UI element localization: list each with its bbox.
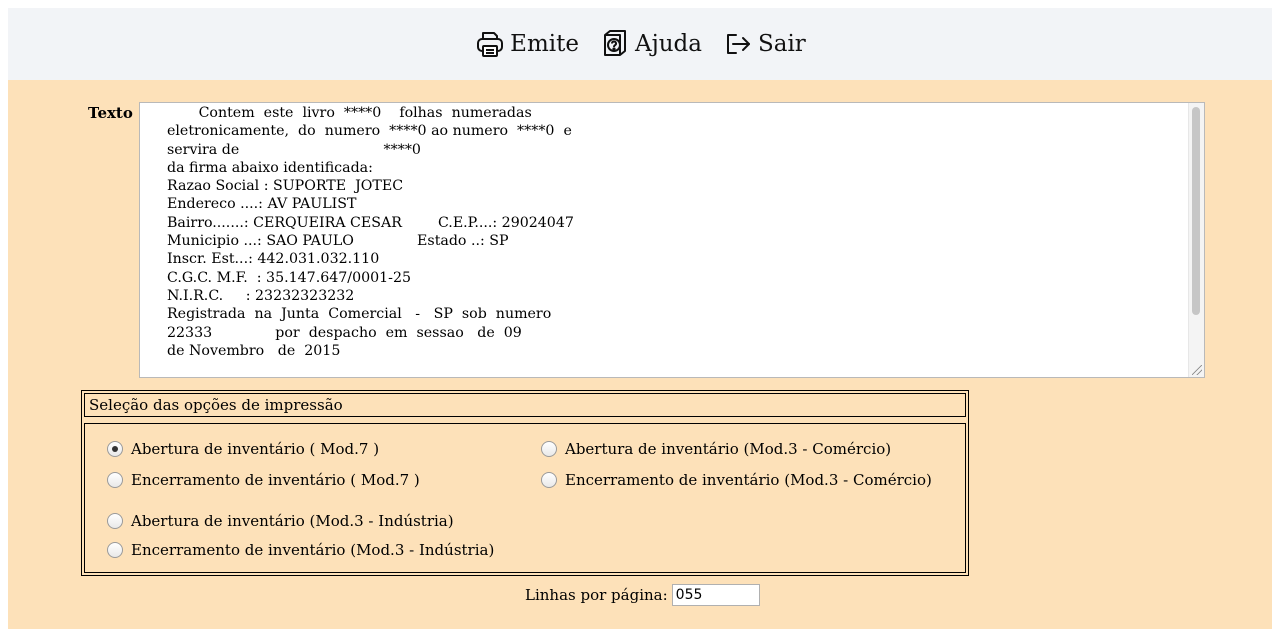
ajuda-button[interactable]: Ajuda [599, 28, 702, 60]
emite-button[interactable]: Emite [474, 28, 579, 60]
option-label: Encerramento de inventário (Mod.3 - Indú… [131, 541, 495, 559]
exit-icon [726, 34, 750, 54]
print-options-box: Abertura de inventário ( Mod.7 ) Abertur… [84, 423, 966, 573]
option-encerramento-mod3-comercio[interactable]: Encerramento de inventário (Mod.3 - Comé… [541, 471, 932, 489]
print-options-title: Seleção das opções de impressão [84, 393, 966, 417]
sair-label: Sair [757, 31, 806, 57]
emite-label: Emite [510, 31, 579, 57]
option-abertura-mod3-industria[interactable]: Abertura de inventário (Mod.3 - Indústri… [107, 512, 454, 530]
option-encerramento-mod7[interactable]: Encerramento de inventário ( Mod.7 ) [107, 471, 420, 489]
option-abertura-mod7[interactable]: Abertura de inventário ( Mod.7 ) [107, 440, 379, 458]
option-label: Abertura de inventário (Mod.3 - Indústri… [131, 512, 454, 530]
texto-label: Texto [88, 104, 133, 122]
ajuda-label: Ajuda [634, 31, 702, 57]
linhas-por-pagina: Linhas por página: [525, 584, 760, 606]
resize-grip-icon[interactable] [1192, 365, 1202, 375]
textarea-scrollbar[interactable] [1188, 103, 1204, 377]
radio-abertura-mod3-industria[interactable] [107, 513, 123, 529]
linhas-input[interactable] [671, 584, 760, 606]
option-abertura-mod3-comercio[interactable]: Abertura de inventário (Mod.3 - Comércio… [541, 440, 891, 458]
radio-encerramento-mod3-comercio[interactable] [541, 472, 557, 488]
option-label: Encerramento de inventário ( Mod.7 ) [131, 471, 420, 489]
option-encerramento-mod3-industria[interactable]: Encerramento de inventário (Mod.3 - Indú… [107, 541, 494, 559]
option-label: Encerramento de inventário (Mod.3 - Comé… [565, 471, 932, 489]
sair-button[interactable]: Sair [722, 28, 806, 60]
linhas-label: Linhas por página: [525, 586, 668, 604]
help-icon [603, 30, 626, 56]
texto-textarea[interactable]: Contem este livro ****0 folhas numeradas… [139, 102, 1205, 378]
printer-icon [477, 32, 504, 57]
radio-encerramento-mod7[interactable] [107, 472, 123, 488]
radio-abertura-mod3-comercio[interactable] [541, 441, 557, 457]
scrollbar-thumb[interactable] [1192, 107, 1200, 315]
toolbar: Emite Ajuda Sair [8, 8, 1272, 80]
radio-encerramento-mod3-industria[interactable] [107, 542, 123, 558]
option-label: Abertura de inventário (Mod.3 - Comércio… [565, 440, 892, 458]
main-panel: Texto Contem este livro ****0 folhas num… [8, 80, 1272, 629]
texto-content: Contem este livro ****0 folhas numeradas… [167, 105, 574, 359]
print-options-group: Seleção das opções de impressão Abertura… [81, 390, 969, 576]
radio-abertura-mod7[interactable] [107, 441, 123, 457]
option-label: Abertura de inventário ( Mod.7 ) [131, 440, 380, 458]
